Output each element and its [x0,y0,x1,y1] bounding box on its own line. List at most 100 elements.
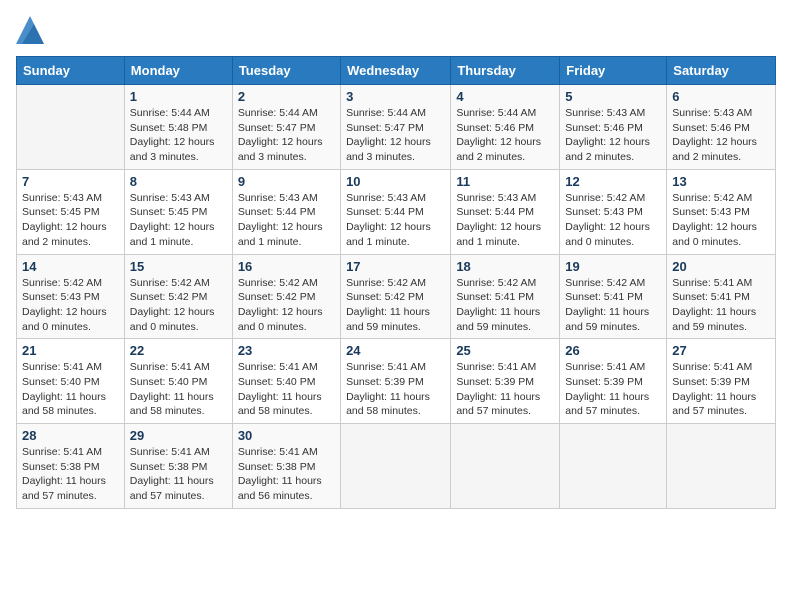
day-number: 8 [130,174,227,189]
day-number: 29 [130,428,227,443]
day-number: 20 [672,259,770,274]
calendar-cell: 25Sunrise: 5:41 AM Sunset: 5:39 PM Dayli… [451,339,560,424]
day-info: Sunrise: 5:42 AM Sunset: 5:42 PM Dayligh… [346,276,445,335]
day-number: 12 [565,174,661,189]
day-number: 11 [456,174,554,189]
week-row-5: 28 Sunrise: 5:41 AM Sunset: 5:38 PM Dayli… [17,424,776,509]
calendar-cell: 28 Sunrise: 5:41 AM Sunset: 5:38 PM Dayli… [17,424,125,509]
calendar-cell: 4Sunrise: 5:44 AM Sunset: 5:46 PM Daylig… [451,85,560,170]
calendar-cell [17,85,125,170]
calendar-cell: 16Sunrise: 5:42 AM Sunset: 5:42 PM Dayli… [232,254,340,339]
calendar-cell: 22Sunrise: 5:41 AM Sunset: 5:40 PM Dayli… [124,339,232,424]
calendar-cell: 10 Sunrise: 5:43 AM Sunset: 5:44 PM Dayli… [341,169,451,254]
day-header-wednesday: Wednesday [341,57,451,85]
header-row: SundayMondayTuesdayWednesdayThursdayFrid… [17,57,776,85]
day-info: Sunrise: 5:41 AM Sunset: 5:39 PM Dayligh… [672,360,770,419]
day-header-tuesday: Tuesday [232,57,340,85]
day-info: Sunrise: 5:42 AM Sunset: 5:41 PM Dayligh… [565,276,661,335]
day-number: 16 [238,259,335,274]
calendar-cell [341,424,451,509]
day-number: 13 [672,174,770,189]
day-number: 4 [456,89,554,104]
calendar-cell: 15 Sunrise: 5:42 AM Sunset: 5:42 PM Dayli… [124,254,232,339]
calendar-cell [560,424,667,509]
week-row-2: 7 Sunrise: 5:43 AM Sunset: 5:45 PM Daylig… [17,169,776,254]
calendar-cell: 5Sunrise: 5:43 AM Sunset: 5:46 PM Daylig… [560,85,667,170]
calendar-cell: 11 Sunrise: 5:43 AM Sunset: 5:44 PM Dayli… [451,169,560,254]
calendar-cell: 3 Sunrise: 5:44 AM Sunset: 5:47 PM Daylig… [341,85,451,170]
day-info: Sunrise: 5:41 AM Sunset: 5:39 PM Dayligh… [346,360,445,419]
calendar-cell: 9Sunrise: 5:43 AM Sunset: 5:44 PM Daylig… [232,169,340,254]
day-number: 30 [238,428,335,443]
day-info: Sunrise: 5:41 AM Sunset: 5:40 PM Dayligh… [130,360,227,419]
day-info: Sunrise: 5:43 AM Sunset: 5:46 PM Dayligh… [672,106,770,165]
day-info: Sunrise: 5:41 AM Sunset: 5:38 PM Dayligh… [22,445,119,504]
calendar-cell: 19Sunrise: 5:42 AM Sunset: 5:41 PM Dayli… [560,254,667,339]
day-number: 23 [238,343,335,358]
day-header-saturday: Saturday [667,57,776,85]
calendar-cell: 27Sunrise: 5:41 AM Sunset: 5:39 PM Dayli… [667,339,776,424]
day-number: 7 [22,174,119,189]
day-info: Sunrise: 5:43 AM Sunset: 5:44 PM Dayligh… [346,191,445,250]
calendar-cell: 14 Sunrise: 5:42 AM Sunset: 5:43 PM Dayli… [17,254,125,339]
day-info: Sunrise: 5:43 AM Sunset: 5:46 PM Dayligh… [565,106,661,165]
day-info: Sunrise: 5:41 AM Sunset: 5:40 PM Dayligh… [238,360,335,419]
calendar-cell: 30 Sunrise: 5:41 AM Sunset: 5:38 PM Dayli… [232,424,340,509]
week-row-4: 21Sunrise: 5:41 AM Sunset: 5:40 PM Dayli… [17,339,776,424]
calendar-cell: 17 Sunrise: 5:42 AM Sunset: 5:42 PM Dayli… [341,254,451,339]
calendar-cell [667,424,776,509]
week-row-1: 1 Sunrise: 5:44 AM Sunset: 5:48 PM Daylig… [17,85,776,170]
day-header-monday: Monday [124,57,232,85]
calendar-cell: 13 Sunrise: 5:42 AM Sunset: 5:43 PM Dayli… [667,169,776,254]
calendar-cell: 1 Sunrise: 5:44 AM Sunset: 5:48 PM Daylig… [124,85,232,170]
calendar-cell: 29 Sunrise: 5:41 AM Sunset: 5:38 PM Dayli… [124,424,232,509]
logo [16,16,48,44]
day-number: 26 [565,343,661,358]
week-row-3: 14 Sunrise: 5:42 AM Sunset: 5:43 PM Dayli… [17,254,776,339]
calendar-cell [451,424,560,509]
page-header [16,16,776,44]
day-number: 10 [346,174,445,189]
logo-icon [16,16,44,44]
day-number: 2 [238,89,335,104]
day-info: Sunrise: 5:43 AM Sunset: 5:45 PM Dayligh… [22,191,119,250]
calendar-cell: 6Sunrise: 5:43 AM Sunset: 5:46 PM Daylig… [667,85,776,170]
day-info: Sunrise: 5:44 AM Sunset: 5:48 PM Dayligh… [130,106,227,165]
day-info: Sunrise: 5:42 AM Sunset: 5:43 PM Dayligh… [22,276,119,335]
calendar-cell: 18 Sunrise: 5:42 AM Sunset: 5:41 PM Dayli… [451,254,560,339]
day-info: Sunrise: 5:41 AM Sunset: 5:39 PM Dayligh… [565,360,661,419]
day-info: Sunrise: 5:41 AM Sunset: 5:38 PM Dayligh… [238,445,335,504]
day-info: Sunrise: 5:43 AM Sunset: 5:45 PM Dayligh… [130,191,227,250]
day-info: Sunrise: 5:41 AM Sunset: 5:41 PM Dayligh… [672,276,770,335]
day-header-thursday: Thursday [451,57,560,85]
day-number: 18 [456,259,554,274]
calendar-cell: 12Sunrise: 5:42 AM Sunset: 5:43 PM Dayli… [560,169,667,254]
calendar-cell: 21Sunrise: 5:41 AM Sunset: 5:40 PM Dayli… [17,339,125,424]
calendar-cell: 23 Sunrise: 5:41 AM Sunset: 5:40 PM Dayli… [232,339,340,424]
day-number: 1 [130,89,227,104]
day-number: 17 [346,259,445,274]
day-header-sunday: Sunday [17,57,125,85]
day-info: Sunrise: 5:44 AM Sunset: 5:47 PM Dayligh… [346,106,445,165]
day-info: Sunrise: 5:42 AM Sunset: 5:41 PM Dayligh… [456,276,554,335]
day-number: 15 [130,259,227,274]
day-info: Sunrise: 5:42 AM Sunset: 5:43 PM Dayligh… [672,191,770,250]
calendar-cell: 24 Sunrise: 5:41 AM Sunset: 5:39 PM Dayli… [341,339,451,424]
calendar-cell: 20 Sunrise: 5:41 AM Sunset: 5:41 PM Dayli… [667,254,776,339]
calendar-cell: 26 Sunrise: 5:41 AM Sunset: 5:39 PM Dayli… [560,339,667,424]
day-number: 3 [346,89,445,104]
calendar-cell: 2 Sunrise: 5:44 AM Sunset: 5:47 PM Daylig… [232,85,340,170]
day-number: 14 [22,259,119,274]
day-info: Sunrise: 5:41 AM Sunset: 5:38 PM Dayligh… [130,445,227,504]
day-header-friday: Friday [560,57,667,85]
day-info: Sunrise: 5:44 AM Sunset: 5:47 PM Dayligh… [238,106,335,165]
calendar-cell: 7 Sunrise: 5:43 AM Sunset: 5:45 PM Daylig… [17,169,125,254]
day-number: 28 [22,428,119,443]
day-number: 24 [346,343,445,358]
day-info: Sunrise: 5:43 AM Sunset: 5:44 PM Dayligh… [456,191,554,250]
day-number: 25 [456,343,554,358]
calendar-table: SundayMondayTuesdayWednesdayThursdayFrid… [16,56,776,509]
day-info: Sunrise: 5:42 AM Sunset: 5:42 PM Dayligh… [130,276,227,335]
calendar-cell: 8 Sunrise: 5:43 AM Sunset: 5:45 PM Daylig… [124,169,232,254]
day-number: 9 [238,174,335,189]
